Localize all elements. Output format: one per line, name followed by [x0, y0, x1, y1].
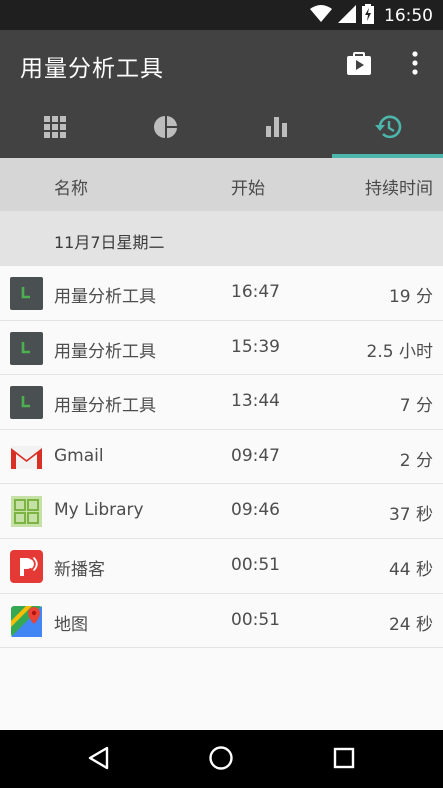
app-name: 用量分析工具	[54, 287, 156, 307]
back-icon	[87, 746, 109, 774]
app-name: My Library	[54, 500, 144, 521]
app-name: 新播客	[54, 559, 105, 580]
duration: 7 分	[399, 396, 433, 417]
start-time: 09:46	[231, 500, 280, 521]
back-button[interactable]	[80, 742, 116, 778]
more-vert-icon	[411, 51, 419, 79]
start-time: 09:47	[231, 445, 280, 466]
list-item[interactable]: 用量分析工具 13:44 7 分	[0, 375, 443, 430]
battery-charging-icon	[362, 4, 374, 28]
list-item[interactable]: 新播客 00:51 44 秒	[0, 538, 443, 594]
play-store-icon	[345, 49, 373, 81]
list-item[interactable]: 用量分析工具 15:39 2.5 小时	[0, 320, 443, 376]
tab-history[interactable]	[332, 100, 443, 158]
app-name: 用量分析工具	[54, 396, 156, 417]
duration: 37 秒	[388, 505, 433, 526]
pie-chart-icon	[154, 115, 178, 143]
app-name: Gmail	[54, 445, 104, 466]
play-store-button[interactable]	[342, 48, 376, 82]
start-time: 16:47	[231, 282, 280, 302]
history-icon	[374, 114, 402, 144]
cell-signal-icon	[338, 5, 356, 27]
usage-list: 用量分析工具 16:47 19 分 用量分析工具 15:39 2.5 小时 用量…	[0, 266, 443, 649]
start-time: 00:51	[231, 609, 280, 630]
my-library-icon	[10, 495, 43, 528]
app-name: 地图	[54, 614, 88, 635]
app-bar: 用量分析工具	[0, 30, 443, 100]
status-bar: 16:50	[0, 0, 443, 30]
gmail-icon	[10, 441, 43, 474]
start-time: 13:44	[231, 391, 280, 412]
recents-icon	[333, 747, 355, 773]
usage-analyzer-icon	[10, 331, 43, 365]
home-icon	[208, 745, 234, 775]
more-options-button[interactable]	[398, 48, 432, 82]
navigation-bar	[0, 730, 443, 788]
duration: 2.5 小时	[366, 341, 433, 362]
table-header: 名称 开始 持续时间	[0, 158, 443, 211]
list-item[interactable]: 用量分析工具 16:47 19 分	[0, 266, 443, 321]
usage-analyzer-icon	[10, 386, 43, 420]
duration: 44 秒	[388, 559, 433, 580]
wifi-icon	[310, 5, 332, 27]
duration: 19 分	[388, 287, 433, 307]
grid-icon	[44, 116, 67, 142]
list-item[interactable]: 地图 00:51 24 秒	[0, 593, 443, 649]
status-time: 16:50	[384, 6, 433, 26]
start-time: 00:51	[231, 554, 280, 575]
app-title: 用量分析工具	[20, 56, 164, 82]
list-item[interactable]: Gmail 09:47 2 分	[0, 429, 443, 485]
home-button[interactable]	[203, 742, 239, 778]
header-name[interactable]: 名称	[54, 174, 88, 199]
tab-apps[interactable]	[0, 100, 111, 158]
list-item[interactable]: My Library 09:46 37 秒	[0, 484, 443, 539]
group-date: 11月7日星期二	[54, 233, 165, 252]
usage-analyzer-icon	[10, 277, 43, 310]
app-name: 用量分析工具	[54, 341, 156, 362]
maps-icon	[10, 605, 43, 638]
header-duration[interactable]: 持续时间	[365, 174, 433, 199]
bar-chart-icon	[265, 117, 288, 141]
start-time: 15:39	[231, 336, 280, 357]
tab-bar-chart[interactable]	[222, 100, 333, 158]
tab-pie-chart[interactable]	[111, 100, 222, 158]
header-start[interactable]: 开始	[231, 174, 265, 199]
podcast-icon	[10, 549, 43, 583]
date-group-header: 11月7日星期二	[0, 211, 443, 266]
tab-bar	[0, 100, 443, 158]
duration: 24 秒	[388, 614, 433, 635]
duration: 2 分	[399, 450, 433, 471]
recents-button[interactable]	[326, 742, 362, 778]
